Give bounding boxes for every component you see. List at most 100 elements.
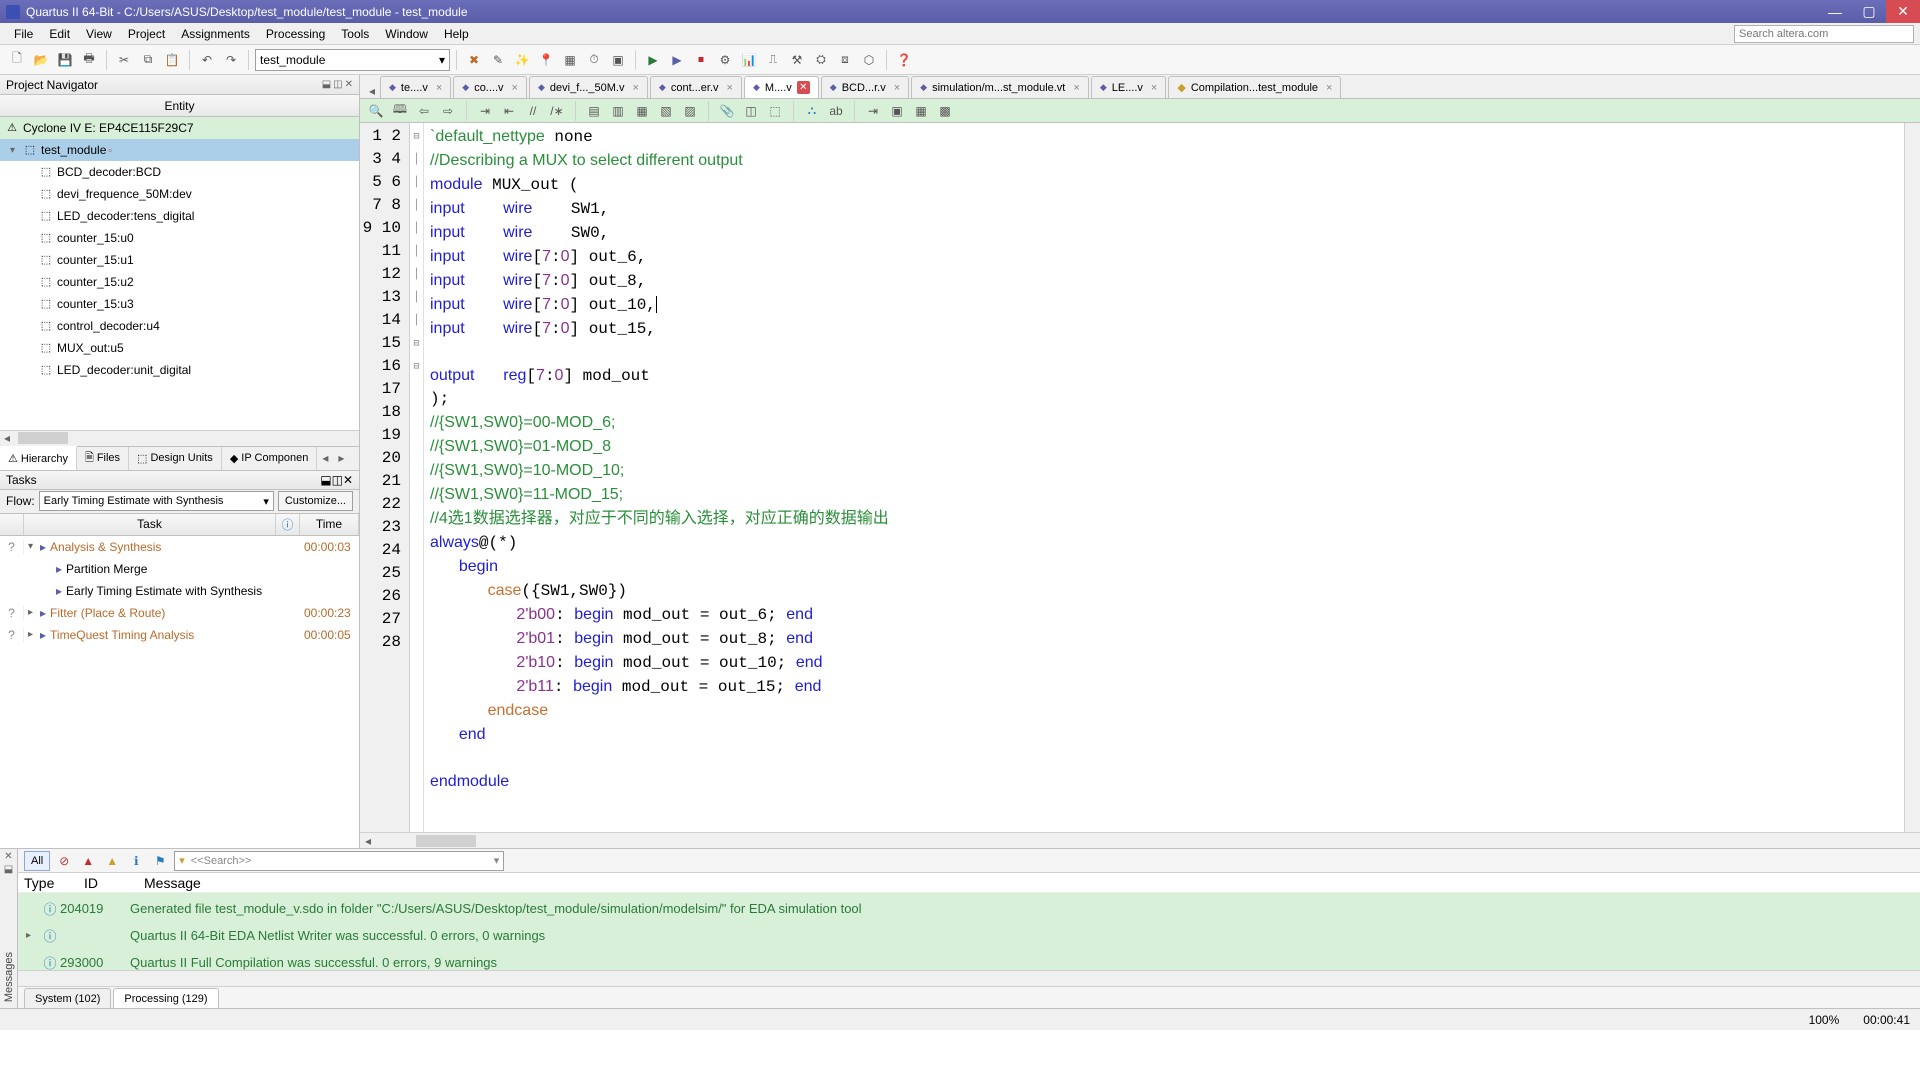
tabs-left-icon[interactable]: ◂: [317, 447, 333, 470]
t11-icon[interactable]: ▣: [887, 101, 907, 121]
close-icon[interactable]: ✕: [4, 851, 12, 862]
code-area[interactable]: 1 2 3 4 5 6 7 8 9 10 11 12 13 14 15 16 1…: [360, 123, 1920, 832]
paste-icon[interactable]: 📋: [161, 49, 183, 71]
close-icon[interactable]: ×: [632, 82, 638, 94]
zoom-level[interactable]: 100%: [1809, 1013, 1840, 1027]
undo-icon[interactable]: ↶: [196, 49, 218, 71]
tree-instance[interactable]: ⬚BCD_decoder:BCD: [0, 161, 359, 183]
tree-instance[interactable]: ⬚LED_decoder:tens_digital: [0, 205, 359, 227]
t5-icon[interactable]: ▨: [680, 101, 700, 121]
hierarchy-tree[interactable]: ⚠Cyclone IV E: EP4CE115F29C7 ▾⬚test_modu…: [0, 117, 359, 430]
tree-instance[interactable]: ⬚counter_15:u1: [0, 249, 359, 271]
close-icon[interactable]: ✕: [797, 81, 810, 94]
outdent-icon[interactable]: ⇤: [499, 101, 519, 121]
indent-icon[interactable]: ⇥: [475, 101, 495, 121]
message-row[interactable]: ⓘ204019Generated file test_module_v.sdo …: [18, 895, 1920, 922]
filter-error-icon[interactable]: ⊘: [54, 851, 74, 871]
tab-ip[interactable]: ◆IP Componen: [222, 447, 318, 470]
report-icon[interactable]: 📊: [738, 49, 760, 71]
tab-processing[interactable]: Processing (129): [113, 988, 218, 1008]
compile-icon[interactable]: ▶: [666, 49, 688, 71]
menu-processing[interactable]: Processing: [258, 23, 333, 45]
tree-instance[interactable]: ⬚MUX_out:u5: [0, 337, 359, 359]
sim-icon[interactable]: ⎍: [762, 49, 784, 71]
tree-instance[interactable]: ⬚counter_15:u2: [0, 271, 359, 293]
flow-select[interactable]: Early Timing Estimate with Synthesis▾: [39, 491, 274, 511]
editor-hscroll[interactable]: ◂: [360, 832, 1920, 848]
minimize-button[interactable]: —: [1818, 0, 1852, 23]
tool4-icon[interactable]: ⬡: [858, 49, 880, 71]
t2-icon[interactable]: ▥: [608, 101, 628, 121]
timing-icon[interactable]: ⏱: [583, 49, 605, 71]
assignment-icon[interactable]: ✎: [487, 49, 509, 71]
menu-assignments[interactable]: Assignments: [173, 23, 258, 45]
menu-window[interactable]: Window: [377, 23, 436, 45]
fold-column[interactable]: ⊟ │ │ │ │ │ │ │ │ ⊟ ⊟: [410, 123, 424, 832]
gear-icon[interactable]: ⚙: [714, 49, 736, 71]
menu-tools[interactable]: Tools: [333, 23, 377, 45]
messages-hscroll[interactable]: [18, 970, 1920, 986]
close-icon[interactable]: ✕: [345, 79, 353, 90]
tool2-icon[interactable]: ⛭: [810, 49, 832, 71]
t1-icon[interactable]: ▤: [584, 101, 604, 121]
file-tab[interactable]: ◆Compilation...test_module×: [1168, 76, 1341, 98]
maximize-button[interactable]: ▢: [1852, 0, 1886, 23]
filter-info-icon[interactable]: ℹ: [126, 851, 146, 871]
message-row[interactable]: ▸ⓘQuartus II 64-Bit EDA Netlist Writer w…: [18, 922, 1920, 949]
close-icon[interactable]: ×: [1073, 82, 1079, 94]
print-icon[interactable]: 🖶: [78, 49, 100, 71]
file-tab[interactable]: ◆LE....v×: [1091, 76, 1167, 98]
menu-help[interactable]: Help: [436, 23, 477, 45]
bookmark-icon[interactable]: 🕮: [390, 101, 410, 121]
tree-instance[interactable]: ⬚control_decoder:u4: [0, 315, 359, 337]
menu-file[interactable]: File: [6, 23, 41, 45]
comment-icon[interactable]: //: [523, 101, 543, 121]
t7-icon[interactable]: ⬚: [765, 101, 785, 121]
search-input[interactable]: [1734, 25, 1914, 43]
t3-icon[interactable]: ▦: [632, 101, 652, 121]
open-icon[interactable]: 📂: [30, 49, 52, 71]
settings-icon[interactable]: ✖: [463, 49, 485, 71]
t4-icon[interactable]: ▧: [656, 101, 676, 121]
t8-icon[interactable]: ⛬: [802, 101, 822, 121]
close-icon[interactable]: ×: [727, 82, 733, 94]
pin-icon[interactable]: ⬓: [4, 864, 13, 875]
tool1-icon[interactable]: ⚒: [786, 49, 808, 71]
pin-icon[interactable]: 📍: [535, 49, 557, 71]
menu-view[interactable]: View: [78, 23, 120, 45]
chip-icon[interactable]: ▦: [559, 49, 581, 71]
t9-icon[interactable]: ab: [826, 101, 846, 121]
task-row[interactable]: ?▸▸Fitter (Place & Route)00:00:23: [0, 602, 359, 624]
file-tab[interactable]: ◆M....v✕: [744, 76, 819, 98]
tab-system[interactable]: System (102): [24, 988, 111, 1008]
file-tab[interactable]: ◆simulation/m...st_module.vt×: [911, 76, 1089, 98]
save-icon[interactable]: 💾: [54, 49, 76, 71]
customize-button[interactable]: Customize...: [278, 491, 353, 511]
file-tab[interactable]: ◆BCD...r.v×: [821, 76, 909, 98]
code-content[interactable]: `default_nettype none //Describing a MUX…: [424, 123, 1920, 832]
undock-icon[interactable]: ◫: [333, 79, 342, 90]
t10-icon[interactable]: ⇥: [863, 101, 883, 121]
menu-edit[interactable]: Edit: [41, 23, 78, 45]
close-icon[interactable]: ×: [1151, 82, 1157, 94]
project-select[interactable]: test_module▾: [255, 49, 450, 71]
uncomment-icon[interactable]: /∗: [547, 101, 567, 121]
help-icon[interactable]: ❓: [893, 49, 915, 71]
stop-icon[interactable]: ⏹: [690, 49, 712, 71]
close-icon[interactable]: ×: [512, 82, 518, 94]
filter-flag-icon[interactable]: ⚑: [150, 851, 170, 871]
tabs-right-icon[interactable]: ▸: [333, 447, 349, 470]
close-icon[interactable]: ×: [1326, 82, 1332, 94]
messages-list[interactable]: ⓘ204019Generated file test_module_v.sdo …: [18, 893, 1920, 970]
tree-instance[interactable]: ⬚devi_frequence_50M:dev: [0, 183, 359, 205]
tree-instance[interactable]: ⬚counter_15:u3: [0, 293, 359, 315]
file-tab[interactable]: ◆cont...er.v×: [650, 76, 742, 98]
find-icon[interactable]: 🔍: [366, 101, 386, 121]
tab-files[interactable]: 🗎Files: [77, 447, 129, 470]
tab-design-units[interactable]: ⬚Design Units: [129, 447, 222, 470]
task-row[interactable]: ▸Early Timing Estimate with Synthesis: [0, 580, 359, 602]
tree-instance[interactable]: ⬚LED_decoder:unit_digital: [0, 359, 359, 381]
tab-hierarchy[interactable]: ⚠Hierarchy: [0, 446, 77, 470]
back-icon[interactable]: ⇦: [414, 101, 434, 121]
t12-icon[interactable]: ▦: [911, 101, 931, 121]
